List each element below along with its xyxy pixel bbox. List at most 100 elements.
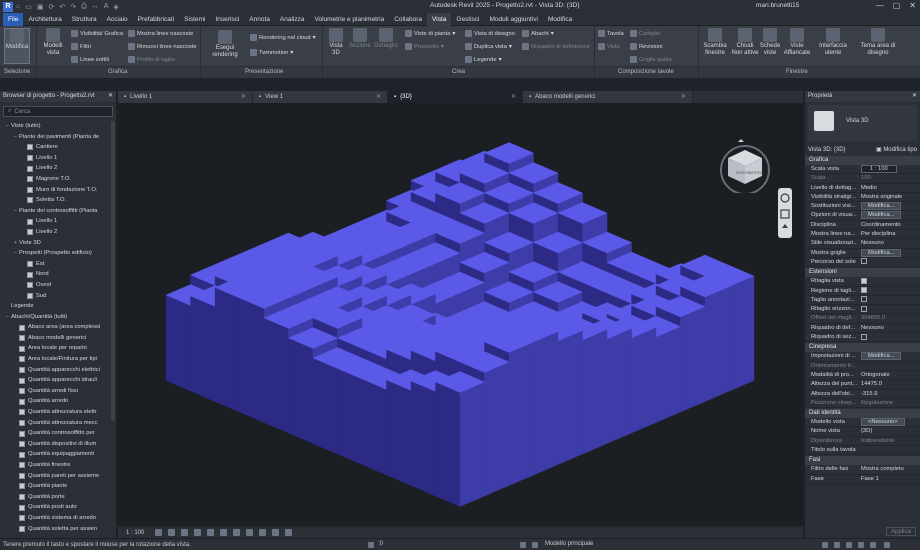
browser-item[interactable]: Area locale per reparto	[0, 343, 116, 354]
browser-item[interactable]: Quantità attrezzatura elettr	[0, 407, 116, 418]
browser-item[interactable]: Quantità dispositivi di illum	[0, 439, 116, 450]
canvas-theme-button[interactable]: Tema area di disegno	[856, 28, 900, 64]
detail-level-icon[interactable]	[155, 529, 163, 536]
property-value[interactable]: 100	[857, 174, 920, 182]
remove-hidden-lines-button[interactable]: Rimuovi linee nascoste	[128, 43, 197, 50]
browser-item[interactable]: Soletta T.O.	[0, 195, 116, 206]
property-value[interactable]: 14475.0	[857, 380, 920, 388]
revit-logo[interactable]: R	[3, 1, 13, 12]
browser-item[interactable]: Quantità posti auto	[0, 502, 116, 513]
collapse-icon[interactable]: −	[4, 121, 11, 132]
ribbon-tab-12[interactable]: Gestisci	[451, 13, 484, 26]
ribbon-tab-1[interactable]: Architettura	[23, 13, 66, 26]
property-value[interactable]: Modifica...	[857, 248, 920, 257]
browser-item[interactable]: Sud	[0, 291, 116, 302]
browser-item[interactable]: Ovest	[0, 280, 116, 291]
duplicate-view-button[interactable]: Duplica vista ▾	[465, 43, 512, 50]
panel-label-sheet-composition[interactable]: Composizione tavole	[618, 69, 674, 75]
section-button[interactable]: Sezione	[349, 28, 371, 64]
legends-button[interactable]: Legende ▾	[465, 56, 502, 63]
sheet-button[interactable]: Tavola	[598, 30, 624, 37]
browser-item[interactable]: Abaco area (area complessi	[0, 322, 116, 333]
ribbon-tab-0[interactable]: File	[3, 12, 24, 26]
expand-icon[interactable]: +	[12, 238, 19, 249]
browser-search-input[interactable]: ⌕ Cerca	[3, 106, 113, 117]
browser-item[interactable]: + Viste 3D	[0, 238, 116, 249]
cut-profile-button[interactable]: Profilo di taglio	[128, 56, 175, 63]
property-value[interactable]	[857, 333, 920, 341]
active-model-select[interactable]: Modello principale	[545, 541, 593, 547]
scope-box-button[interactable]: Riquadro di definizione	[522, 43, 590, 50]
view-tab[interactable]: ▪ Abaco modelli generici ✕	[523, 91, 693, 103]
property-value[interactable]: Medio	[857, 184, 920, 192]
reveal-hidden-icon[interactable]	[272, 529, 280, 536]
view-templates-button[interactable]: Modelli vista	[40, 28, 66, 64]
property-edit-button[interactable]: <Nessuno>	[861, 418, 905, 427]
temporary-hide-icon[interactable]	[259, 529, 267, 536]
browser-item[interactable]: Livello 2	[0, 227, 116, 238]
browser-item[interactable]: Quantità apparecchi elettrici	[0, 365, 116, 376]
property-value[interactable]: {3D}	[857, 427, 920, 435]
close-icon[interactable]: ✕	[108, 92, 113, 99]
ribbon-tab-11[interactable]: Vista	[427, 12, 452, 26]
schedules-button[interactable]: Abachi ▾	[522, 30, 554, 37]
collapse-icon[interactable]: −	[12, 206, 19, 217]
apply-button[interactable]: Applica	[886, 527, 916, 536]
browser-item[interactable]: Quantità sistema di arredo	[0, 513, 116, 524]
property-checkbox[interactable]	[861, 305, 867, 312]
view-tab[interactable]: ▪ {3D} ✕	[388, 91, 523, 103]
view-tab[interactable]: ▪ Livello 1 ✕	[118, 91, 253, 103]
property-edit-button[interactable]: 1 : 100	[861, 165, 897, 173]
measure-icon[interactable]: ↔	[92, 3, 99, 11]
close-icon[interactable]: ✕	[241, 91, 246, 103]
panel-label-create[interactable]: Crea	[452, 69, 465, 75]
property-value[interactable]: Mostra originale	[857, 193, 920, 201]
ribbon-tab-14[interactable]: Modifica	[543, 13, 577, 26]
show-hidden-lines-button[interactable]: Mostra linee nascoste	[128, 30, 193, 37]
ribbon-tab-8[interactable]: Analizza	[275, 13, 310, 26]
cloud-rendering-button[interactable]: Rendering nel cloud ▾	[250, 34, 316, 41]
browser-item[interactable]: Quantità porte	[0, 492, 116, 503]
property-value[interactable]: 304800.0	[857, 314, 920, 322]
model-icon[interactable]	[532, 542, 538, 548]
3d-view-canvas[interactable]: FRONTE DESTRA	[118, 103, 803, 525]
property-value[interactable]: Nessuno	[857, 324, 920, 332]
sun-path-icon[interactable]	[181, 529, 189, 536]
design-option-icon[interactable]	[520, 542, 526, 548]
property-value[interactable]: Indipendente	[857, 437, 920, 445]
collapse-icon[interactable]: −	[12, 248, 19, 259]
redo-icon[interactable]: ↷	[70, 3, 76, 11]
user-account[interactable]: mari.brunetti15	[756, 2, 799, 9]
property-value[interactable]	[857, 258, 920, 266]
browser-item[interactable]: − Piante dei pavimenti (Pianta de	[0, 132, 116, 143]
close-icon[interactable]: ✕	[511, 91, 516, 103]
ribbon-tab-7[interactable]: Annota	[244, 13, 275, 26]
panel-label-graphics[interactable]: Grafica	[108, 69, 127, 75]
navigation-bar[interactable]	[778, 188, 792, 238]
elevation-button[interactable]: Prospetto ▾	[405, 43, 444, 50]
maximize-icon[interactable]: ▢	[893, 1, 901, 10]
property-value[interactable]: 1 : 100	[857, 165, 920, 173]
3d-view-button[interactable]: Vista 3D	[326, 28, 346, 64]
property-value[interactable]: Modifica...	[857, 352, 920, 361]
property-checkbox[interactable]	[861, 296, 867, 303]
view-selector[interactable]: Vista 3D: {3D}	[808, 147, 846, 153]
browser-item[interactable]: Area locale/Finitura per tipi	[0, 354, 116, 365]
property-value[interactable]	[857, 305, 920, 313]
render-dialog-icon[interactable]	[207, 529, 215, 536]
close-icon[interactable]: ✕	[912, 92, 917, 99]
close-inactive-button[interactable]: Chiudi Non attive	[731, 28, 759, 64]
property-value[interactable]: Per disciplina	[857, 230, 920, 238]
filters-button[interactable]: Filtri	[71, 43, 91, 50]
ribbon-tab-10[interactable]: Collabora	[389, 13, 427, 26]
thin-lines-button[interactable]: Linee sottili	[71, 56, 109, 63]
visual-style-icon[interactable]	[168, 529, 176, 536]
property-value[interactable]: Mostra completo	[857, 465, 920, 473]
close-icon[interactable]: ✕	[681, 91, 686, 103]
sync-icon[interactable]: ⟳	[48, 3, 54, 11]
property-checkbox[interactable]	[861, 258, 867, 265]
ribbon-tab-13[interactable]: Moduli aggiuntivi	[485, 13, 543, 26]
user-interface-button[interactable]: Interfaccia utente	[818, 28, 848, 64]
view-tab[interactable]: ▪ View 1 ✕	[253, 91, 388, 103]
analytical-icon[interactable]	[285, 529, 293, 536]
